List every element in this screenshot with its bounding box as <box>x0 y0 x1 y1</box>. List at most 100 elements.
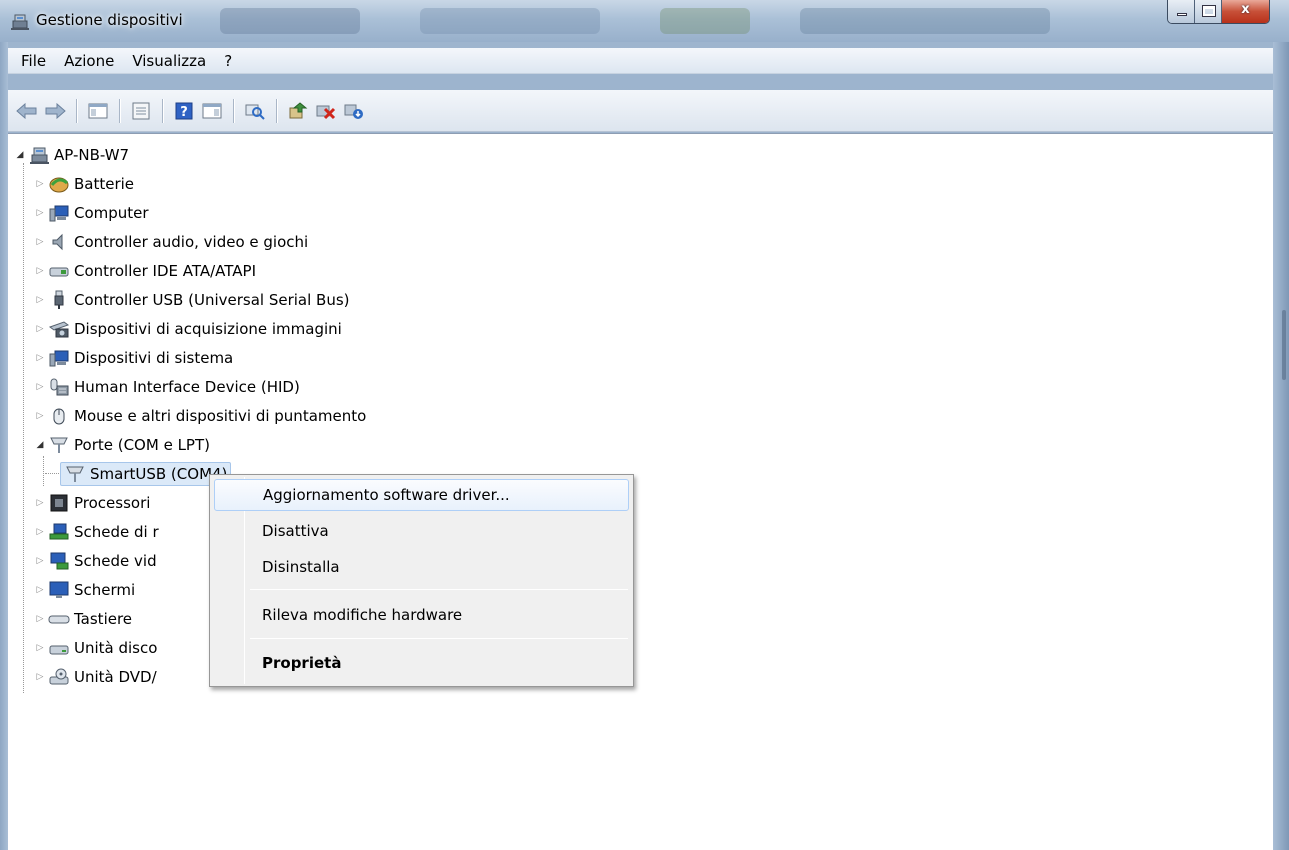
expand-triangle-icon[interactable]: ▷ <box>34 497 46 509</box>
expand-triangle-icon[interactable]: ▷ <box>34 671 46 683</box>
port-connector-icon <box>66 466 84 482</box>
menu-help[interactable]: ? <box>215 49 241 73</box>
show-hide-console-tree-icon <box>88 103 108 118</box>
menu-item-uninstall[interactable]: Disinstalla <box>214 551 629 583</box>
uninstall-icon <box>316 105 336 119</box>
menu-visualizza[interactable]: Visualizza <box>123 49 215 73</box>
disable-device-button[interactable] <box>341 98 367 124</box>
minimize-button[interactable] <box>1168 0 1195 23</box>
device-manager-window: Gestione dispositivi x File Azione Visua… <box>0 0 1289 850</box>
disk-drive-icon <box>49 645 69 654</box>
mouse-icon <box>53 408 65 424</box>
menu-item-scan-hardware[interactable]: Rileva modifiche hardware <box>214 599 629 631</box>
tree-item-disk-drives[interactable]: ▷ Unità disco <box>34 633 158 662</box>
minimize-icon <box>1177 13 1187 16</box>
expand-triangle-icon[interactable]: ▷ <box>34 555 46 567</box>
svg-text:?: ? <box>180 105 188 120</box>
expand-triangle-icon[interactable]: ▷ <box>34 613 46 625</box>
update-driver-icon <box>289 101 308 118</box>
expand-triangle-icon[interactable]: ▷ <box>34 265 46 277</box>
expand-triangle-icon[interactable]: ▷ <box>34 178 46 190</box>
tree-item-computer[interactable]: ▷ Computer <box>34 198 149 227</box>
toolbar-separator <box>162 98 163 123</box>
expand-triangle-icon[interactable]: ▷ <box>34 410 46 422</box>
tree-item-network-adapters[interactable]: ▷ Schede di r <box>34 517 159 546</box>
tree-item-hid[interactable]: ▷ Human Interface Device (HID) <box>34 372 300 401</box>
tree-item-display-adapters[interactable]: ▷ Schede vid <box>34 546 157 575</box>
title-bar[interactable]: Gestione dispositivi x <box>0 0 1289 42</box>
expand-triangle-icon[interactable]: ▷ <box>34 526 46 538</box>
expand-triangle-icon[interactable]: ▷ <box>34 207 46 219</box>
maximize-button[interactable] <box>1195 0 1222 23</box>
display-adapter-icon <box>50 552 69 569</box>
expand-triangle-icon[interactable]: ▷ <box>34 381 46 393</box>
menu-item-update-driver[interactable]: Aggiornamento software driver... <box>214 479 629 511</box>
keyboard-icon <box>48 615 70 623</box>
scan-hardware-button[interactable] <box>242 98 268 124</box>
tree-item-ide-controllers[interactable]: ▷ Controller IDE ATA/ATAPI <box>34 256 256 285</box>
tree-item-usb-controllers[interactable]: ▷ Controller USB (Universal Serial Bus) <box>34 285 350 314</box>
help-button[interactable]: ? <box>171 98 197 124</box>
expand-triangle-icon[interactable]: ▷ <box>34 236 46 248</box>
show-hide-action-pane-icon <box>202 103 222 118</box>
close-button[interactable]: x <box>1222 0 1269 23</box>
collapse-triangle-icon[interactable]: ◢ <box>14 149 26 161</box>
show-hide-console-tree-button[interactable] <box>85 98 111 124</box>
update-driver-button[interactable] <box>285 98 311 124</box>
menu-azione[interactable]: Azione <box>55 49 123 73</box>
expand-triangle-icon[interactable]: ▷ <box>34 352 46 364</box>
usb-plug-icon <box>54 290 64 309</box>
tree-item-dvd-drives[interactable]: ▷ Unità DVD/ <box>34 662 157 691</box>
toolbar: ? <box>8 90 1273 132</box>
show-hide-action-pane-button[interactable] <box>199 98 225 124</box>
menu-separator <box>250 638 628 639</box>
selected-device-label: SmartUSB (COM4) <box>90 464 228 483</box>
back-button[interactable] <box>14 98 40 124</box>
expand-triangle-icon[interactable]: ▷ <box>34 323 46 335</box>
disable-device-icon <box>344 104 363 119</box>
expand-triangle-icon[interactable]: ▷ <box>34 294 46 306</box>
processor-icon <box>50 494 68 511</box>
scanner-camera-icon <box>48 320 70 337</box>
scan-hardware-icon <box>245 104 265 120</box>
tree-item-mouse[interactable]: ▷ Mouse e altri dispositivi di puntament… <box>34 401 367 430</box>
window-frame-left <box>0 42 8 850</box>
port-connector-icon <box>50 437 68 453</box>
resize-grip[interactable] <box>1282 310 1286 380</box>
monitor-icon <box>49 581 69 598</box>
window-title: Gestione dispositivi <box>36 11 183 29</box>
tree-item-ports[interactable]: ◢ Porte (COM e LPT) <box>34 430 210 459</box>
tree-item-system-devices[interactable]: ▷ Dispositivi di sistema <box>34 343 234 372</box>
tree-item-batterie[interactable]: ▷ Batterie <box>34 169 135 198</box>
menu-item-disable[interactable]: Disattiva <box>214 515 629 547</box>
tree-item-processors[interactable]: ▷ Processori <box>34 488 151 517</box>
toolbar-separator <box>233 98 234 123</box>
system-devices-icon <box>49 350 69 366</box>
toolbar-separator <box>276 98 277 123</box>
tree-item-smartusb-com4[interactable]: SmartUSB (COM4) <box>44 459 232 488</box>
expand-triangle-icon[interactable]: ▷ <box>34 584 46 596</box>
tree-root[interactable]: ◢ AP-NB-W7 <box>14 140 129 169</box>
device-tree-pane[interactable]: ◢ AP-NB-W7 ▷ Batterie ▷ Computer ▷ Contr… <box>8 133 1273 850</box>
tree-item-audio-controllers[interactable]: ▷ Controller audio, video e giochi <box>34 227 309 256</box>
tree-item-keyboards[interactable]: ▷ Tastiere <box>34 604 133 633</box>
collapse-triangle-icon[interactable]: ◢ <box>34 439 46 451</box>
menu-bar: File Azione Visualizza ? <box>8 48 1273 74</box>
tree-item-monitors[interactable]: ▷ Schermi <box>34 575 136 604</box>
expand-triangle-icon[interactable]: ▷ <box>34 642 46 654</box>
tree-item-imaging-devices[interactable]: ▷ Dispositivi di acquisizione immagini <box>34 314 342 343</box>
ide-controller-icon <box>49 267 69 276</box>
context-menu: Aggiornamento software driver... Disatti… <box>209 474 634 687</box>
forward-button[interactable] <box>42 98 68 124</box>
speaker-icon <box>52 233 63 250</box>
back-arrow-icon <box>16 102 37 119</box>
properties-icon <box>132 102 150 119</box>
caption-buttons: x <box>1167 0 1270 24</box>
uninstall-button[interactable] <box>313 98 339 124</box>
close-icon: x <box>1241 2 1250 17</box>
selected-device[interactable]: SmartUSB (COM4) <box>60 461 232 486</box>
menu-file[interactable]: File <box>12 49 55 73</box>
menu-item-properties[interactable]: Proprietà <box>214 647 629 679</box>
toolbar-separator <box>119 98 120 123</box>
properties-button[interactable] <box>128 98 154 124</box>
